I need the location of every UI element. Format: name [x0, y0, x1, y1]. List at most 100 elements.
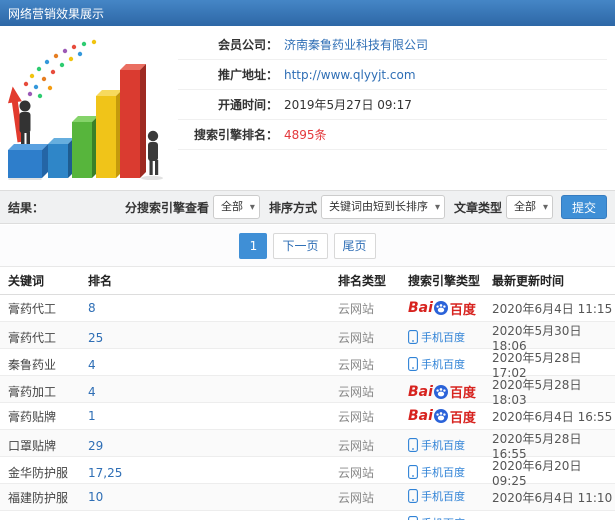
sort-select[interactable]: 关键词由短到长排序 ▾	[320, 195, 445, 219]
promo-url-link[interactable]: http://www.qlyyjt.com	[284, 68, 416, 82]
mobile-baidu-label: 手机百度	[421, 465, 465, 479]
chevron-down-icon: ▾	[249, 202, 255, 213]
open-time-label: 开通时间：	[217, 98, 278, 112]
marketing-chart-illustration	[7, 39, 163, 180]
header-keyword: 关键词	[8, 274, 45, 288]
bar-green	[72, 116, 98, 178]
keyword-cell: 膏药代工	[8, 331, 57, 345]
businessman-figure	[19, 100, 31, 144]
keyword-cell: 福建防护服	[8, 490, 69, 505]
rank-type-cell: 云网站	[338, 409, 375, 424]
rank-type-cell: 云网站	[338, 385, 375, 399]
mobile-phone-icon	[408, 489, 418, 503]
pagination: 1 下一页 尾页	[0, 225, 615, 267]
header-engine-type: 搜索引擎类型	[408, 274, 481, 288]
mobile-baidu-label: 手机百度	[421, 357, 465, 371]
mobile-baidu-label: 手机百度	[421, 330, 465, 344]
info-row-url: 推广地址： http://www.qlyyjt.com	[178, 60, 607, 90]
rank-link[interactable]: 4	[88, 358, 96, 372]
rank-type-cell: 云网站	[338, 466, 375, 480]
bar-blue	[48, 138, 74, 178]
rank-count-value: 4895条	[284, 128, 327, 142]
info-row-company: 会员公司： 济南秦鲁药业科技有限公司	[178, 30, 607, 60]
header-rank: 排名	[88, 274, 113, 288]
rank-type-cell: 云网站	[338, 301, 375, 316]
update-time-cell: 2020年6月4日 11:15	[492, 301, 613, 316]
page-1-button[interactable]: 1	[239, 232, 268, 259]
mobile-baidu-badge: 手机百度	[408, 464, 465, 480]
sort-label: 排序方式	[268, 200, 317, 215]
rank-link[interactable]: 8	[88, 301, 96, 315]
rank-link[interactable]: 29	[88, 439, 103, 453]
table-row: 膏药代工 8 云网站 Bai 百度 2020年6月4日 11:15	[0, 295, 615, 322]
account-info-panel: 会员公司： 济南秦鲁药业科技有限公司 推广地址： http://www.qlyy…	[178, 30, 607, 150]
mobile-baidu-label: 手机百度	[421, 438, 465, 452]
promo-url-label: 推广地址：	[217, 68, 278, 82]
chevron-down-icon: ▾	[434, 202, 440, 213]
table-body: 膏药代工 8 云网站 Bai 百度 2020年6月4日 11:15 膏药代工 2…	[0, 295, 615, 520]
submit-button[interactable]: 提交	[560, 195, 607, 219]
engine-cell: Bai 百度	[408, 299, 492, 318]
last-page-button[interactable]: 尾页	[333, 232, 376, 259]
mobile-baidu-badge: 手机百度	[408, 329, 465, 345]
mobile-phone-icon	[408, 516, 418, 520]
observer-figure	[147, 130, 159, 175]
keyword-cell: 秦鲁药业	[8, 358, 57, 372]
open-time-value: 2019年5月27日 09:17	[284, 98, 412, 112]
mobile-baidu-badge: 手机百度	[408, 488, 465, 504]
mobile-phone-icon	[408, 437, 418, 452]
mobile-phone-icon	[408, 329, 418, 344]
table-row: 秦鲁药业 4 云网站 手机百度 2020年5月28日 17:02	[0, 349, 615, 380]
table-row: 膏药贴牌 1 云网站 Bai 百度 2020年6月4日 16:55	[0, 403, 615, 430]
article-type-label: 文章类型	[453, 200, 502, 215]
rank-link[interactable]: 17,25	[88, 466, 122, 480]
engine-filter-select[interactable]: 全部 ▾	[212, 195, 260, 219]
rank-link[interactable]: 4	[88, 385, 96, 399]
baidu-logo: Bai 百度	[408, 408, 476, 426]
mobile-baidu-badge: 手机百度	[408, 515, 465, 520]
next-page-button[interactable]: 下一页	[273, 232, 328, 259]
table-row: 手机百度	[0, 511, 615, 520]
results-filter-bar: 结果： 分搜索引擎查看 全部 ▾ 排序方式 关键词由短到长排序 ▾ 文章类型 全…	[0, 190, 615, 224]
update-time-cell: 2020年6月20日 09:25	[492, 459, 582, 488]
bar-red	[120, 64, 146, 178]
chevron-down-icon: ▾	[542, 202, 548, 213]
engine-cell: 手机百度	[408, 464, 492, 482]
engine-cell: 手机百度	[408, 329, 492, 347]
marketing-report-page: 网络营销效果展示 会员公司： 济南秦鲁药业科技有限公司 推广地址： http:/…	[0, 0, 615, 520]
mobile-baidu-label: 手机百度	[421, 515, 465, 520]
article-type-select[interactable]: 全部 ▾	[505, 195, 553, 219]
rank-type-cell: 云网站	[338, 439, 375, 453]
mobile-baidu-badge: 手机百度	[408, 356, 465, 372]
engine-cell: 手机百度	[408, 488, 492, 506]
rank-link[interactable]: 25	[88, 331, 103, 345]
mobile-phone-icon	[408, 356, 418, 371]
table-header-row: 关键词 排名 排名类型 搜索引擎类型 最新更新时间	[0, 267, 615, 295]
baidu-logo: Bai 百度	[408, 383, 476, 402]
rank-link[interactable]: 10	[88, 490, 103, 504]
rank-type-cell: 云网站	[338, 331, 375, 345]
update-time-cell: 2020年6月4日 11:10	[492, 490, 613, 505]
mobile-baidu-label: 手机百度	[421, 490, 465, 503]
keyword-cell: 膏药贴牌	[8, 409, 57, 424]
engine-filter-value: 全部	[220, 200, 243, 213]
window-titlebar: 网络营销效果展示	[0, 0, 615, 26]
baidu-logo: Bai 百度	[408, 300, 476, 318]
baidu-paw-icon	[433, 384, 448, 399]
rank-link[interactable]: 1	[88, 409, 96, 423]
table-row: 金华防护服 17,25 云网站 手机百度 2020年6月20日 09:25	[0, 457, 615, 488]
member-company-link[interactable]: 济南秦鲁药业科技有限公司	[284, 36, 428, 53]
mobile-phone-icon	[408, 464, 418, 479]
article-type-value: 全部	[513, 200, 536, 213]
rank-type-cell: 云网站	[338, 358, 375, 372]
info-row-opened: 开通时间： 2019年5月27日 09:17	[178, 90, 607, 120]
sort-value: 关键词由短到长排序	[328, 200, 428, 213]
keyword-cell: 膏药加工	[8, 385, 57, 399]
baidu-paw-icon	[433, 301, 448, 315]
table-row: 膏药加工 4 云网站 Bai 百度 2020年5月28日 18:03	[0, 376, 615, 407]
rank-type-cell: 云网站	[338, 490, 375, 505]
header-update-time: 最新更新时间	[492, 274, 565, 288]
keyword-cell: 膏药代工	[8, 301, 57, 316]
header-rank-type: 排名类型	[338, 274, 387, 288]
engine-cell: 手机百度	[408, 437, 492, 455]
